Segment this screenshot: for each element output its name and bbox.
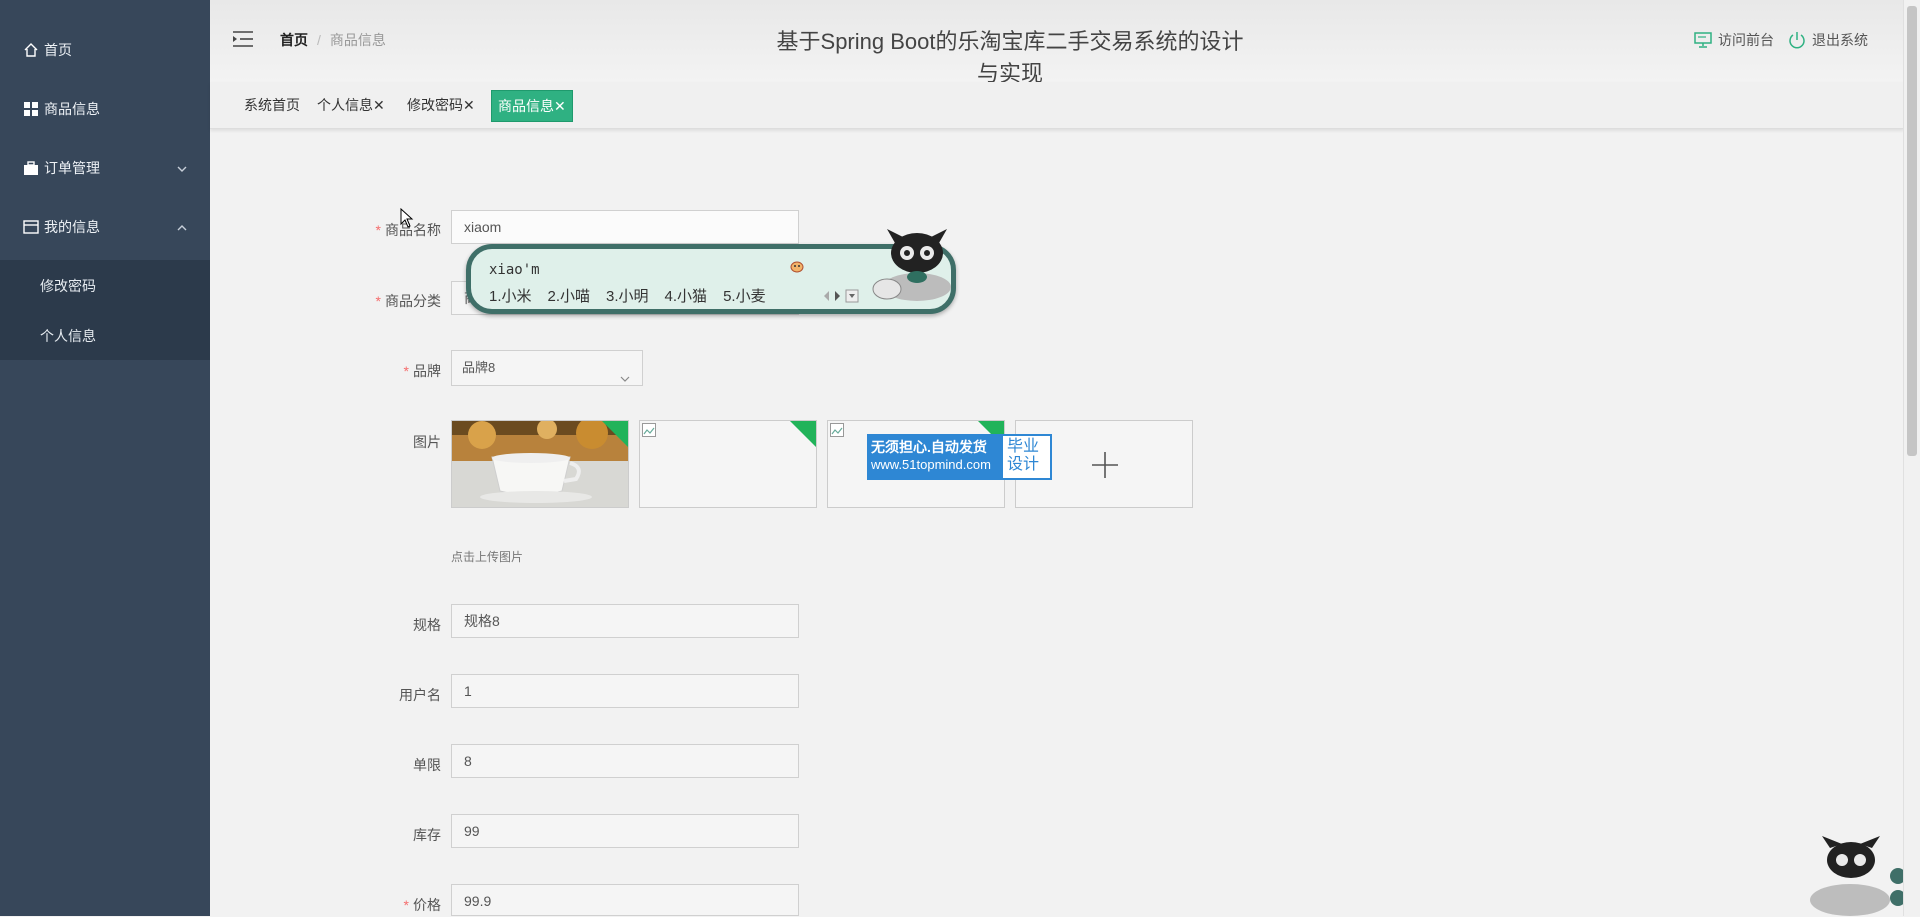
visit-front-button[interactable]: 访问前台: [1694, 30, 1774, 50]
image-label: 图片: [413, 434, 441, 450]
limit-label: 单限: [413, 757, 441, 773]
visit-front-label: 访问前台: [1718, 32, 1774, 48]
logout-label: 退出系统: [1812, 32, 1868, 48]
sidebar-item-my-info[interactable]: 我的信息: [0, 207, 210, 247]
broken-image-icon: [642, 423, 656, 437]
chevron-up-icon: [176, 221, 188, 233]
brand-select[interactable]: 品牌8: [451, 350, 643, 386]
ime-composition-text: xiao'm: [489, 262, 540, 278]
username-label: 用户名: [399, 687, 441, 703]
limit-input[interactable]: 8: [451, 744, 799, 778]
ime-candidate[interactable]: 4.小猫: [665, 285, 708, 306]
ime-emoji-icon[interactable]: [790, 261, 804, 273]
home-icon: [22, 41, 40, 59]
image-thumb-broken-1[interactable]: [639, 420, 817, 508]
watermark-badge: 无须担心.自动发货 www.51topmind.com 毕业设计: [867, 434, 1052, 480]
menu-toggle-icon[interactable]: [232, 30, 254, 48]
sidebar: 首页 商品信息 订单管理 我的信息 修改密码 个人信息: [0, 0, 210, 916]
goods-name-input[interactable]: xiaom: [451, 210, 799, 244]
sidebar-subitem-change-password[interactable]: 修改密码: [40, 276, 96, 296]
tab-bar: 系统首页 个人信息✕ 修改密码✕ 商品信息✕: [210, 82, 1904, 129]
watermark-url: www.51topmind.com: [871, 457, 991, 472]
mouse-cursor-icon: [400, 208, 414, 228]
ime-candidate[interactable]: 5.小麦: [723, 285, 766, 306]
breadcrumb: 首页 / 商品信息: [280, 30, 386, 50]
username-input[interactable]: 1: [451, 674, 799, 708]
ime-candidate[interactable]: 3.小明: [606, 285, 649, 306]
power-icon: [1789, 32, 1805, 49]
top-header: 首页 / 商品信息 基于Spring Boot的乐淘宝库二手交易系统的设计与实现 访…: [210, 0, 1904, 86]
image-thumb-cup[interactable]: [451, 420, 629, 508]
spec-label: 规格: [413, 617, 441, 633]
monitor-icon: [1694, 32, 1712, 48]
chevron-down-icon: [176, 162, 188, 174]
upload-success-badge: [790, 421, 816, 447]
ime-candidate-popup: xiao'm 1.小米 2.小喵 3.小明 4.小猫 5.小麦: [466, 229, 956, 314]
broken-image-icon: [830, 423, 844, 437]
grid-icon: [22, 100, 40, 118]
tab-personal-info[interactable]: 个人信息✕: [311, 90, 391, 120]
sidebar-item-label: 首页: [44, 42, 72, 58]
sidebar-item-label: 订单管理: [44, 160, 100, 176]
ime-candidate[interactable]: 1.小米: [489, 285, 532, 306]
corner-mascot-image: [1810, 836, 1906, 916]
breadcrumb-separator: /: [317, 32, 321, 48]
ime-page-arrows-icon[interactable]: [821, 289, 861, 303]
stock-input[interactable]: 99: [451, 814, 799, 848]
spec-input[interactable]: 规格8: [451, 604, 799, 638]
page-title: 基于Spring Boot的乐淘宝库二手交易系统的设计与实现: [776, 29, 1244, 86]
scrollbar-thumb[interactable]: [1907, 6, 1917, 456]
tab-goods-info[interactable]: 商品信息✕: [491, 90, 573, 122]
breadcrumb-current: 商品信息: [329, 32, 386, 48]
price-input[interactable]: 99.9: [451, 884, 799, 916]
goods-name-label: * 商品名称: [375, 222, 441, 238]
sidebar-submenu: 修改密码 个人信息: [0, 260, 210, 360]
logout-button[interactable]: 退出系统: [1788, 30, 1868, 50]
sidebar-item-label: 商品信息: [44, 101, 100, 117]
ime-candidate[interactable]: 2.小喵: [548, 285, 591, 306]
tab-change-password[interactable]: 修改密码✕: [401, 90, 481, 120]
tab-system-home[interactable]: 系统首页: [238, 90, 306, 120]
upload-success-badge: [602, 421, 628, 447]
ime-candidate-list: 1.小米 2.小喵 3.小明 4.小猫 5.小麦: [489, 285, 766, 306]
ime-mascot-image: [872, 229, 951, 301]
breadcrumb-home[interactable]: 首页: [280, 32, 308, 48]
briefcase-icon: [22, 159, 40, 177]
stock-label: 库存: [413, 827, 441, 843]
watermark-text: 无须担心.自动发货: [871, 439, 987, 455]
sidebar-item-label: 我的信息: [44, 219, 100, 235]
sidebar-subitem-personal-info[interactable]: 个人信息: [40, 326, 96, 346]
price-label: * 价格: [403, 897, 441, 913]
sidebar-item-home[interactable]: 首页: [0, 30, 210, 70]
brand-select-value: 品牌8: [462, 360, 496, 375]
card-icon: [22, 218, 40, 236]
sidebar-item-orders[interactable]: 订单管理: [0, 148, 210, 188]
plus-icon: [1092, 452, 1118, 478]
page-scrollbar[interactable]: [1903, 0, 1920, 916]
chevron-down-icon: [620, 363, 630, 382]
watermark-side-text: 毕业设计: [1001, 434, 1052, 480]
brand-label: * 品牌: [403, 363, 441, 379]
upload-hint: 点击上传图片: [451, 550, 524, 564]
sidebar-item-goods[interactable]: 商品信息: [0, 89, 210, 129]
goods-category-label: * 商品分类: [375, 293, 441, 309]
